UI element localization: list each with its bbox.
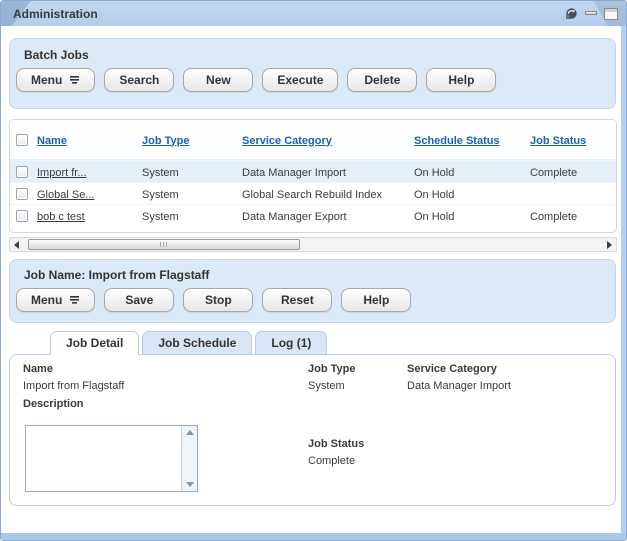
- delete-button[interactable]: Delete: [347, 68, 417, 92]
- schedule-status-cell: On Hold: [414, 167, 454, 179]
- title-bar: Administration: [1, 1, 626, 26]
- service-category-cell: Global Search Rebuild Index: [242, 189, 382, 201]
- batch-menu-button[interactable]: Menu: [16, 68, 95, 92]
- service-category-value: Data Manager Import: [407, 380, 511, 392]
- textarea-scrollbar[interactable]: [181, 426, 197, 491]
- job-detail-panel: Name Import from Flagstaff Description J…: [9, 354, 616, 506]
- column-header-service-category[interactable]: Service Category: [242, 135, 332, 147]
- scroll-left-icon[interactable]: [14, 241, 19, 249]
- help-button-batch[interactable]: Help: [426, 68, 496, 92]
- table-row[interactable]: bob c test System Data Manager Export On…: [10, 204, 616, 226]
- column-header-schedule-status[interactable]: Schedule Status: [414, 135, 500, 147]
- refresh-icon[interactable]: [565, 7, 578, 20]
- stop-button[interactable]: Stop: [183, 288, 253, 312]
- scroll-right-icon[interactable]: [607, 241, 612, 249]
- jobs-table: Name Job Type Service Category Schedule …: [9, 119, 617, 233]
- description-label: Description: [23, 398, 84, 410]
- new-button[interactable]: New: [183, 68, 253, 92]
- job-name-link[interactable]: Import fr...: [37, 167, 87, 179]
- batch-jobs-title: Batch Jobs: [10, 39, 615, 62]
- row-checkbox[interactable]: [16, 188, 28, 200]
- row-checkbox[interactable]: [16, 210, 28, 222]
- jobs-table-header: Name Job Type Service Category Schedule …: [10, 120, 616, 160]
- job-toolbar: Menu Save Stop Reset Help: [10, 282, 615, 312]
- scroll-down-icon[interactable]: [186, 482, 194, 487]
- job-name-panel: Job Name: Import from Flagstaff Menu Sav…: [9, 259, 616, 323]
- table-row[interactable]: Global Se... System Global Search Rebuil…: [10, 182, 616, 204]
- execute-button[interactable]: Execute: [262, 68, 338, 92]
- job-status-cell: Complete: [530, 211, 577, 223]
- minimize-icon[interactable]: [585, 11, 597, 17]
- job-status-label: Job Status: [308, 438, 364, 450]
- tab-job-detail[interactable]: Job Detail: [50, 331, 139, 355]
- scrollbar-thumb[interactable]: [28, 239, 300, 250]
- name-value: Import from Flagstaff: [23, 380, 124, 392]
- job-menu-button[interactable]: Menu: [16, 288, 95, 312]
- window-frame-bottom: [1, 533, 626, 540]
- tab-job-schedule[interactable]: Job Schedule: [142, 331, 252, 355]
- job-type-cell: System: [142, 167, 179, 179]
- description-textarea[interactable]: [25, 425, 198, 492]
- menu-caret-icon: [69, 73, 80, 87]
- service-category-cell: Data Manager Import: [242, 167, 346, 179]
- schedule-status-cell: On Hold: [414, 189, 454, 201]
- column-header-name[interactable]: Name: [37, 135, 67, 147]
- job-name-title: Job Name: Import from Flagstaff: [10, 260, 615, 282]
- maximize-icon[interactable]: [604, 8, 618, 20]
- service-category-label: Service Category: [407, 363, 497, 375]
- administration-window: Administration Batch Jo: [0, 0, 627, 541]
- job-name-link[interactable]: Global Se...: [37, 189, 94, 201]
- save-button[interactable]: Save: [104, 288, 174, 312]
- select-all-checkbox[interactable]: [16, 134, 28, 146]
- schedule-status-cell: On Hold: [414, 211, 454, 223]
- column-header-job-type[interactable]: Job Type: [142, 135, 189, 147]
- description-textarea-value[interactable]: [26, 426, 181, 491]
- job-name-link[interactable]: bob c test: [37, 211, 85, 223]
- table-row[interactable]: Import fr... System Data Manager Import …: [10, 160, 616, 182]
- job-type-value: System: [308, 380, 345, 392]
- menu-caret-icon: [69, 293, 80, 307]
- help-button-job[interactable]: Help: [341, 288, 411, 312]
- job-status-cell: Complete: [530, 167, 577, 179]
- search-button[interactable]: Search: [104, 68, 174, 92]
- scroll-up-icon[interactable]: [186, 430, 194, 435]
- job-type-cell: System: [142, 189, 179, 201]
- job-menu-label: Menu: [31, 293, 62, 307]
- window-frame-right: [621, 26, 626, 540]
- batch-jobs-toolbar: Menu Search New Execute Delete Help: [10, 62, 615, 92]
- job-type-cell: System: [142, 211, 179, 223]
- batch-menu-label: Menu: [31, 73, 62, 87]
- reset-button[interactable]: Reset: [262, 288, 332, 312]
- column-header-job-status[interactable]: Job Status: [530, 135, 586, 147]
- detail-tabs: Job Detail Job Schedule Log (1): [50, 331, 327, 355]
- service-category-cell: Data Manager Export: [242, 211, 347, 223]
- window-controls: [565, 7, 618, 20]
- job-type-label: Job Type: [308, 363, 355, 375]
- name-label: Name: [23, 363, 53, 375]
- batch-jobs-panel: Batch Jobs Menu Search New Execute Delet…: [9, 38, 616, 109]
- job-status-value: Complete: [308, 455, 355, 467]
- tab-log[interactable]: Log (1): [255, 331, 327, 355]
- window-title: Administration: [13, 7, 98, 21]
- row-checkbox[interactable]: [16, 166, 28, 178]
- horizontal-scrollbar[interactable]: [9, 237, 617, 252]
